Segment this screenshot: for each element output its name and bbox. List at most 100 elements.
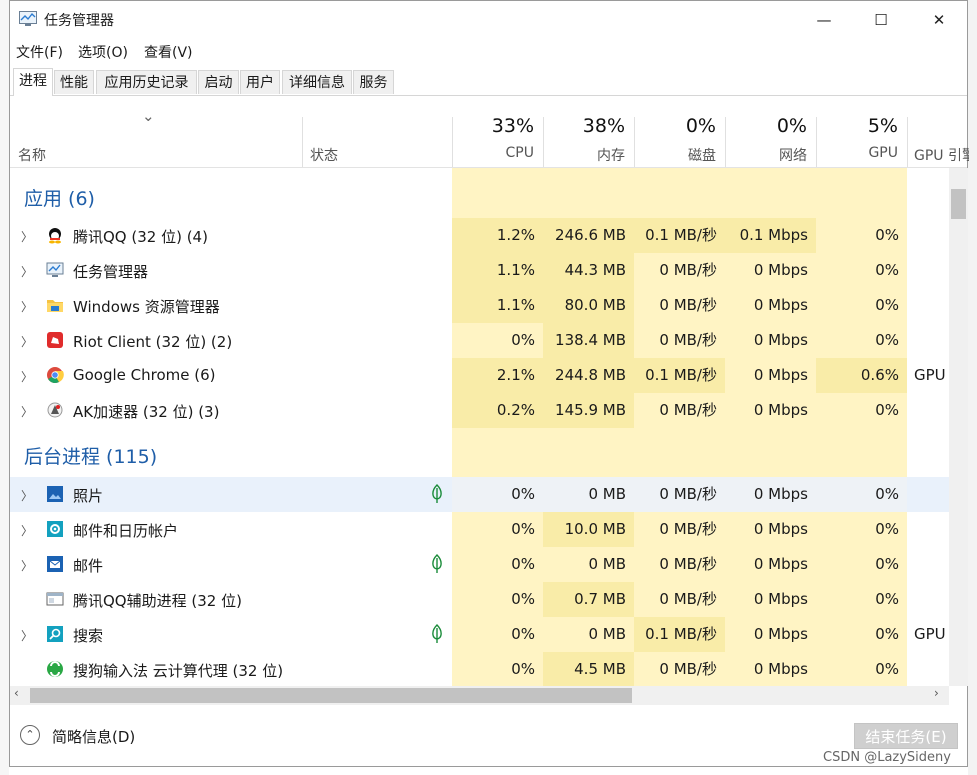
maximize-button[interactable]: ☐: [852, 1, 910, 39]
disk-value: 0 MB/秒: [659, 401, 717, 419]
expand-chevron-icon[interactable]: 〉: [21, 627, 33, 644]
net-value: 0 Mbps: [753, 590, 808, 608]
expand-chevron-icon[interactable]: 〉: [21, 263, 33, 280]
process-row[interactable]: 〉照片 0% 0 MB 0 MB/秒 0 Mbps 0%: [10, 477, 949, 512]
window-icon: [46, 592, 64, 606]
search-icon: [47, 626, 63, 642]
process-name: 任务管理器: [73, 263, 149, 281]
column-header: ⌄ 名称 状态 33% CPU 38% 内存 0% 磁盘 0% 网络 5% GP…: [10, 95, 969, 168]
horizontal-scroll-thumb[interactable]: [30, 688, 632, 703]
process-name: Google Chrome (6): [73, 366, 216, 384]
minimize-button[interactable]: —: [795, 1, 853, 39]
expand-chevron-icon[interactable]: 〉: [21, 522, 33, 539]
disk-value: 0 MB/秒: [659, 296, 717, 314]
tab-app-history[interactable]: 应用历史记录: [96, 70, 197, 94]
expand-chevron-icon[interactable]: 〉: [21, 228, 33, 245]
scroll-right-icon[interactable]: ›: [934, 686, 939, 700]
gpu-value: 0.6%: [816, 358, 907, 393]
column-gpu[interactable]: 5% GPU: [816, 95, 907, 167]
gpu-total: 5%: [867, 115, 898, 137]
process-row[interactable]: 腾讯QQ辅助进程 (32 位) 0% 0.7 MB 0 MB/秒 0 Mbps 0%: [10, 582, 949, 617]
column-network[interactable]: 0% 网络: [725, 95, 816, 167]
cpu-value: 0.2%: [452, 393, 543, 428]
expand-chevron-icon[interactable]: 〉: [21, 368, 33, 385]
net-value: 0 Mbps: [753, 366, 808, 384]
process-name: 邮件: [73, 557, 104, 575]
group-background-header: 后台进程 (115): [24, 446, 158, 468]
process-row[interactable]: 〉 Riot Client (32 位) (2) 0% 138.4 MB 0 MB/秒 0…: [10, 323, 949, 358]
column-cpu[interactable]: 33% CPU: [452, 95, 543, 167]
menu-view[interactable]: 查看(V): [144, 42, 193, 62]
process-row[interactable]: 〉 AK加速器 (32 位) (3) 0.2% 145.9 MB 0 MB/秒 0 Mbp…: [10, 393, 949, 428]
net-value: 0 Mbps: [753, 625, 808, 643]
expand-chevron-icon[interactable]: 〉: [21, 557, 33, 574]
background-window-left: [0, 0, 9, 775]
task-manager-window: 任务管理器 — ☐ ✕ 文件(F) 选项(O) 查看(V) 进程 性能 应用历史…: [9, 0, 969, 767]
fewer-details-link[interactable]: 简略信息(D): [52, 726, 135, 747]
tab-services[interactable]: 服务: [353, 70, 394, 94]
net-value: 0 Mbps: [753, 555, 808, 573]
riot-icon: [47, 332, 63, 348]
photos-icon: [47, 486, 63, 502]
expand-chevron-icon[interactable]: 〉: [21, 487, 33, 504]
column-status[interactable]: 状态: [302, 95, 452, 167]
net-value: 0 Mbps: [753, 401, 808, 419]
expand-chevron-icon[interactable]: 〉: [21, 333, 33, 350]
cpu-value: 1.1%: [452, 288, 543, 323]
process-row[interactable]: 〉 邮件 0% 0 MB 0 MB/秒 0 Mbps 0%: [10, 547, 949, 582]
mem-value: 10.0 MB: [543, 512, 634, 547]
menu-options[interactable]: 选项(O): [78, 42, 128, 62]
tab-users[interactable]: 用户: [240, 70, 280, 94]
mem-value: 145.9 MB: [543, 393, 634, 428]
end-task-button[interactable]: 结束任务(E): [854, 723, 958, 749]
expand-chevron-icon[interactable]: 〉: [21, 298, 33, 315]
gpu-label: GPU: [868, 145, 898, 161]
process-name: 搜索: [73, 627, 104, 645]
mem-value: 4.5 MB: [543, 652, 634, 686]
gpu-engine-label: GPU 引擎: [914, 148, 969, 164]
chevron-up-icon[interactable]: ⌃: [20, 725, 40, 745]
gpu-value: 0%: [875, 261, 899, 279]
folder-icon: [47, 300, 63, 312]
process-row[interactable]: 〉 Windows 资源管理器 1.1% 80.0 MB 0 MB/秒 0 Mbps 0%: [10, 288, 949, 323]
task-manager-icon: [19, 11, 37, 26]
column-memory[interactable]: 38% 内存: [543, 95, 634, 167]
tab-details[interactable]: 详细信息: [282, 70, 352, 94]
process-row[interactable]: 搜狗输入法 云计算代理 (32 位) 0% 4.5 MB 0 MB/秒 0 Mbps 0%: [10, 652, 949, 686]
efficiency-leaf-icon: [432, 554, 442, 573]
process-row[interactable]: 〉 Google Chrome (6) 2.1% 244.8 MB 0.1 MB/秒 0 …: [10, 358, 949, 393]
process-row[interactable]: 〉 搜索 0% 0 MB 0.1 MB/秒 0 Mbps 0% GPU: [10, 617, 949, 652]
process-name: 腾讯QQ辅助进程 (32 位): [73, 592, 242, 610]
process-name: 邮件和日历帐户: [73, 522, 179, 540]
process-name: Riot Client (32 位) (2): [73, 333, 233, 351]
horizontal-scrollbar[interactable]: ‹ ›: [10, 686, 949, 705]
process-name: 腾讯QQ (32 位) (4): [73, 228, 208, 246]
column-disk[interactable]: 0% 磁盘: [634, 95, 725, 167]
cpu-value: 0%: [511, 590, 535, 608]
disk-value: 0 MB/秒: [659, 660, 717, 678]
scroll-left-icon[interactable]: ‹: [14, 686, 19, 700]
disk-label: 磁盘: [688, 148, 716, 164]
cpu-value: 0%: [452, 477, 543, 512]
column-name[interactable]: 名称: [10, 95, 302, 167]
tab-startup[interactable]: 启动: [198, 70, 239, 94]
tab-processes[interactable]: 进程: [13, 68, 53, 96]
close-button[interactable]: ✕: [910, 1, 968, 39]
close-icon: ✕: [932, 11, 946, 29]
gpu-engine-value: GPU: [914, 625, 946, 643]
mail-icon: [47, 556, 63, 572]
process-row[interactable]: 〉 腾讯QQ (32 位) (4) 1.2% 246.6 MB 0.1 MB/秒 0.1 …: [10, 218, 949, 253]
vertical-scrollbar[interactable]: [949, 168, 968, 686]
process-row[interactable]: 〉 邮件和日历帐户 0% 10.0 MB 0 MB/秒 0 Mbps 0%: [10, 512, 949, 547]
column-gpu-engine[interactable]: GPU 引擎: [907, 95, 969, 167]
expand-chevron-icon[interactable]: 〉: [21, 403, 33, 420]
process-name: Windows 资源管理器: [73, 298, 220, 316]
tab-performance[interactable]: 性能: [54, 70, 94, 94]
process-row[interactable]: 〉 任务管理器 1.1% 44.3 MB 0 MB/秒 0 Mbps 0%: [10, 253, 949, 288]
network-total: 0%: [776, 115, 807, 137]
menu-file[interactable]: 文件(F): [16, 42, 63, 62]
disk-value: 0.1 MB/秒: [634, 218, 725, 253]
mem-value: 0 MB: [543, 477, 634, 512]
gpu-value: 0%: [875, 555, 899, 573]
vertical-scroll-thumb[interactable]: [951, 189, 966, 219]
